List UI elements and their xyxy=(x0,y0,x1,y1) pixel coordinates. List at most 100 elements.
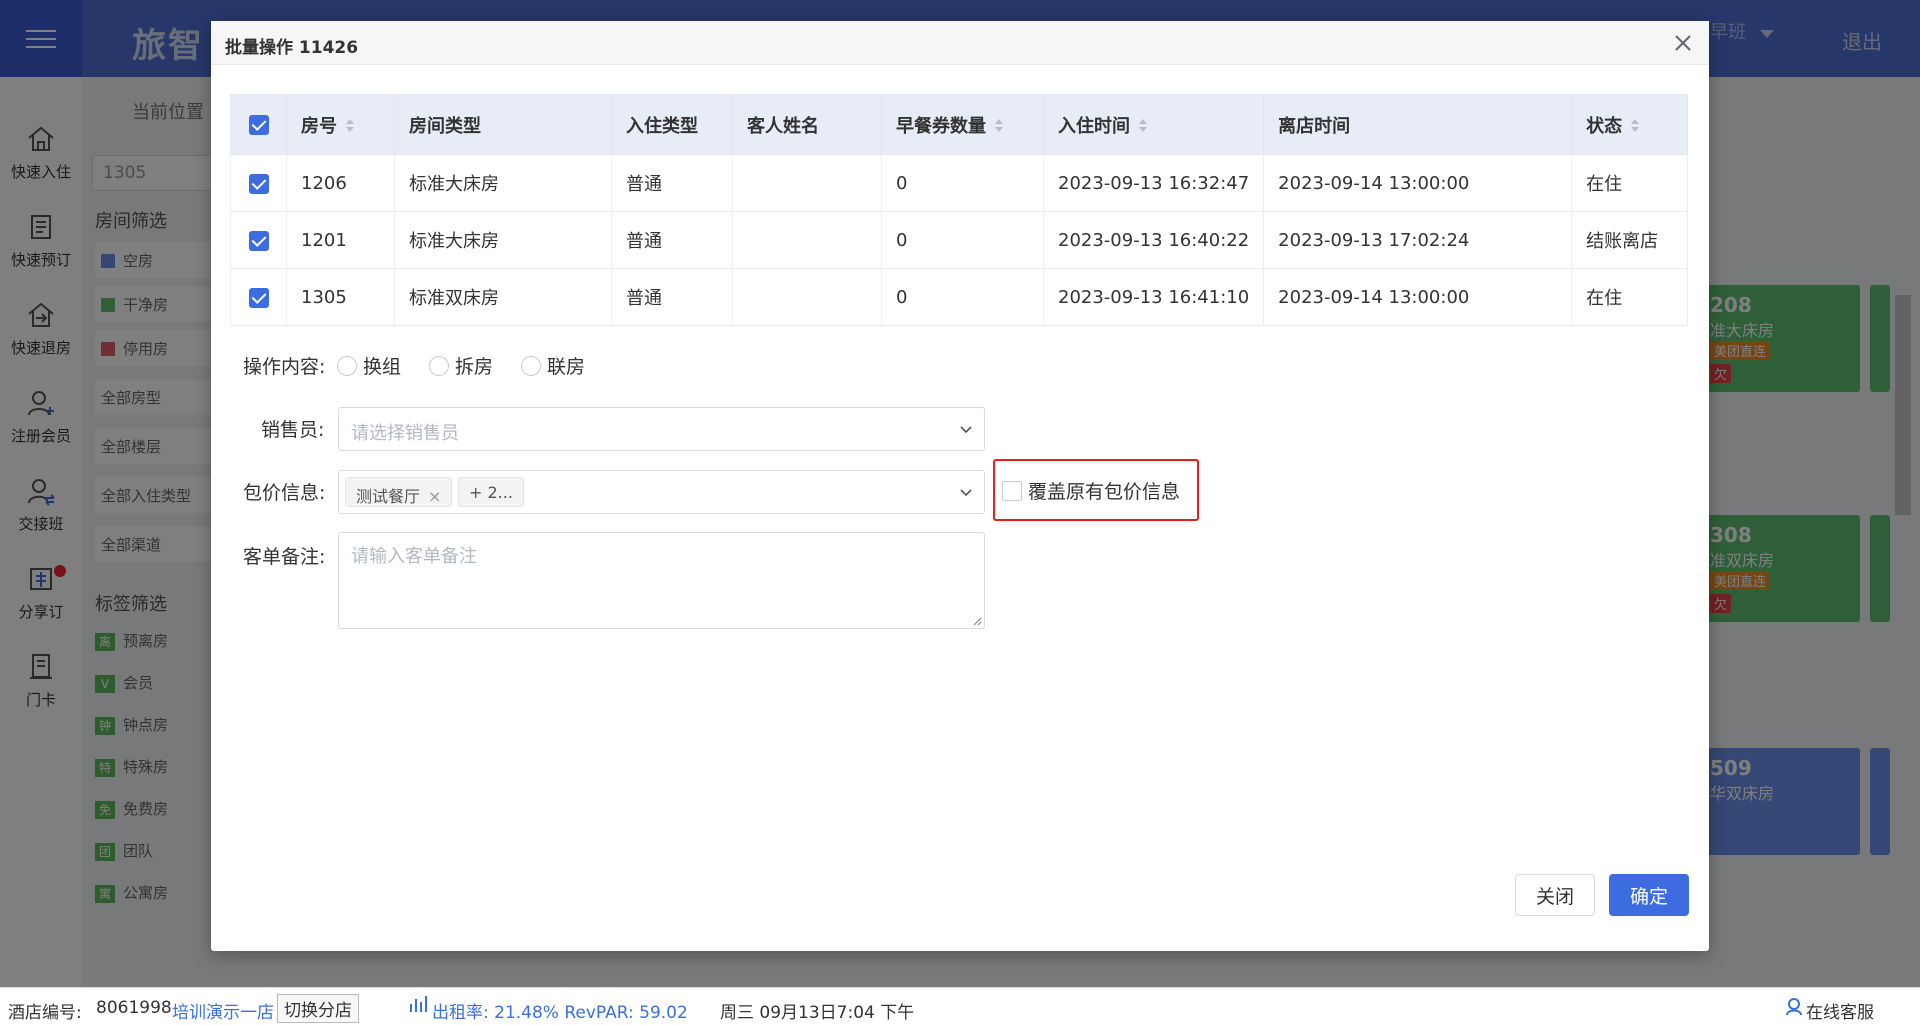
online-support[interactable]: 在线客服 xyxy=(1806,998,1874,1023)
column-label: 房号 xyxy=(301,115,337,137)
checkbox-checked-icon xyxy=(248,173,269,194)
salesperson-select[interactable]: 请选择销售员 xyxy=(338,407,985,451)
cell: 2023-09-13 16:32:47 xyxy=(1042,154,1265,212)
column-label: 客人姓名 xyxy=(747,115,819,137)
radio-label: 拆房 xyxy=(455,356,494,378)
hotel-no: 8061998 xyxy=(96,998,172,1018)
col-room-no[interactable]: 房号 xyxy=(286,94,395,155)
operation-label: 操作内容: xyxy=(243,356,326,378)
cell xyxy=(732,268,882,326)
column-label: 入住类型 xyxy=(626,115,698,137)
cell: 0 xyxy=(881,154,1044,212)
row-checkbox[interactable] xyxy=(230,154,287,212)
cell: 1206 xyxy=(286,154,395,212)
col-status[interactable]: 状态 xyxy=(1571,94,1688,155)
row-checkbox[interactable] xyxy=(230,211,287,269)
sort-icon[interactable] xyxy=(1630,118,1640,133)
modal-header: 批量操作 11426 xyxy=(211,21,1709,65)
radio-icon xyxy=(521,355,541,376)
cell: 2023-09-13 16:40:22 xyxy=(1042,211,1265,269)
close-icon[interactable] xyxy=(1669,29,1697,57)
sort-icon[interactable] xyxy=(345,118,355,133)
headset-icon xyxy=(1784,996,1804,1021)
cell: 标准大床房 xyxy=(394,154,612,212)
chevron-down-icon xyxy=(960,426,972,434)
col-room-type: 房间类型 xyxy=(394,94,612,155)
cell xyxy=(732,211,882,269)
table-header-row: 房号 房间类型 入住类型 客人姓名 早餐券数量 入住时间 离店时间 状态 xyxy=(230,94,1688,155)
table-row: 1201 标准大床房 普通 0 2023-09-13 16:40:22 2023… xyxy=(230,211,1688,269)
column-label: 房间类型 xyxy=(409,115,481,137)
package-select[interactable]: 测试餐厅 × + 2... xyxy=(338,470,985,514)
chevron-down-icon xyxy=(960,489,972,497)
column-label: 早餐券数量 xyxy=(896,115,986,137)
cell: 0 xyxy=(881,268,1044,326)
col-breakfast[interactable]: 早餐券数量 xyxy=(881,94,1044,155)
package-tag: 测试餐厅 × xyxy=(345,477,453,507)
hotel-no-label: 酒店编号: xyxy=(8,1003,82,1023)
cell: 标准双床房 xyxy=(394,268,612,326)
modal-title: 批量操作 11426 xyxy=(225,38,359,58)
rooms-table: 房号 房间类型 入住类型 客人姓名 早餐券数量 入住时间 离店时间 状态 120… xyxy=(230,94,1688,326)
remark-label: 客单备注: xyxy=(243,546,326,568)
table-row: 1206 标准大床房 普通 0 2023-09-13 16:32:47 2023… xyxy=(230,154,1688,212)
column-label: 状态 xyxy=(1586,115,1623,137)
salesperson-placeholder: 请选择销售员 xyxy=(351,423,459,444)
close-button[interactable]: 关闭 xyxy=(1515,874,1595,916)
checkbox-checked-icon xyxy=(248,115,269,135)
remark-textarea[interactable]: 请输入客单备注 xyxy=(338,532,985,629)
radio-split-room[interactable]: 拆房 xyxy=(429,352,493,379)
col-checkout-time: 离店时间 xyxy=(1263,94,1573,155)
col-guest-name: 客人姓名 xyxy=(732,94,882,155)
radio-join-room[interactable]: 联房 xyxy=(521,352,585,379)
checkbox-checked-icon xyxy=(248,230,269,251)
cell: 2023-09-13 17:02:24 xyxy=(1263,211,1573,269)
package-more-tag: + 2... xyxy=(458,477,524,507)
bar-chart-icon xyxy=(408,994,428,1019)
cell: 1201 xyxy=(286,211,395,269)
cell: 0 xyxy=(881,211,1044,269)
radio-label: 联房 xyxy=(547,356,586,378)
tag-close-icon[interactable]: × xyxy=(428,487,441,506)
resize-handle-icon[interactable] xyxy=(970,614,982,626)
cell: 2023-09-14 13:00:00 xyxy=(1263,268,1573,326)
cell: 2023-09-14 13:00:00 xyxy=(1263,154,1573,212)
cell: 1305 xyxy=(286,268,395,326)
radio-change-group[interactable]: 换组 xyxy=(337,352,401,379)
radio-icon xyxy=(429,355,449,376)
remark-placeholder: 请输入客单备注 xyxy=(351,546,477,567)
cover-package-label[interactable]: 覆盖原有包价信息 xyxy=(1028,477,1180,504)
datetime: 周三 09月13日7:04 下午 xyxy=(720,1003,915,1023)
column-label: 入住时间 xyxy=(1058,115,1130,137)
confirm-button[interactable]: 确定 xyxy=(1609,874,1689,916)
cell: 普通 xyxy=(611,268,733,326)
package-tag-label: 测试餐厅 xyxy=(356,487,421,506)
col-checkin-time[interactable]: 入住时间 xyxy=(1042,94,1265,155)
batch-operation-modal: 批量操作 11426 房号 房间类型 入住类型 客人姓名 早餐券数量 入住时间 … xyxy=(211,21,1709,951)
row-checkbox[interactable] xyxy=(230,268,287,326)
sort-icon[interactable] xyxy=(994,118,1004,133)
column-label: 离店时间 xyxy=(1278,115,1351,137)
package-label: 包价信息: xyxy=(243,482,326,504)
cell: 普通 xyxy=(611,154,733,212)
table-row: 1305 标准双床房 普通 0 2023-09-13 16:41:10 2023… xyxy=(230,268,1688,326)
store-link[interactable]: 培训演示一店 xyxy=(172,998,274,1023)
cell: 2023-09-13 16:41:10 xyxy=(1042,268,1265,326)
radio-label: 换组 xyxy=(363,356,402,378)
status-bar: 酒店编号: 8061998 培训演示一店 切换分店 出租率: 21.48% Re… xyxy=(0,987,1920,1025)
salesperson-label: 销售员: xyxy=(261,419,325,441)
select-all-checkbox[interactable] xyxy=(230,94,287,155)
switch-store-button[interactable]: 切换分店 xyxy=(277,994,359,1023)
cell: 在住 xyxy=(1571,154,1688,212)
cell: 标准大床房 xyxy=(394,211,612,269)
radio-icon xyxy=(337,355,357,376)
cell xyxy=(732,154,882,212)
cover-package-checkbox[interactable] xyxy=(1002,481,1022,501)
cell: 在住 xyxy=(1571,268,1688,326)
occupancy-stats: 出租率: 21.48% RevPAR: 59.02 xyxy=(432,1003,688,1023)
cell: 结账离店 xyxy=(1571,211,1688,269)
cell: 普通 xyxy=(611,211,733,269)
checkbox-checked-icon xyxy=(248,287,269,308)
sort-icon[interactable] xyxy=(1138,118,1148,133)
col-checkin-type: 入住类型 xyxy=(611,94,733,155)
